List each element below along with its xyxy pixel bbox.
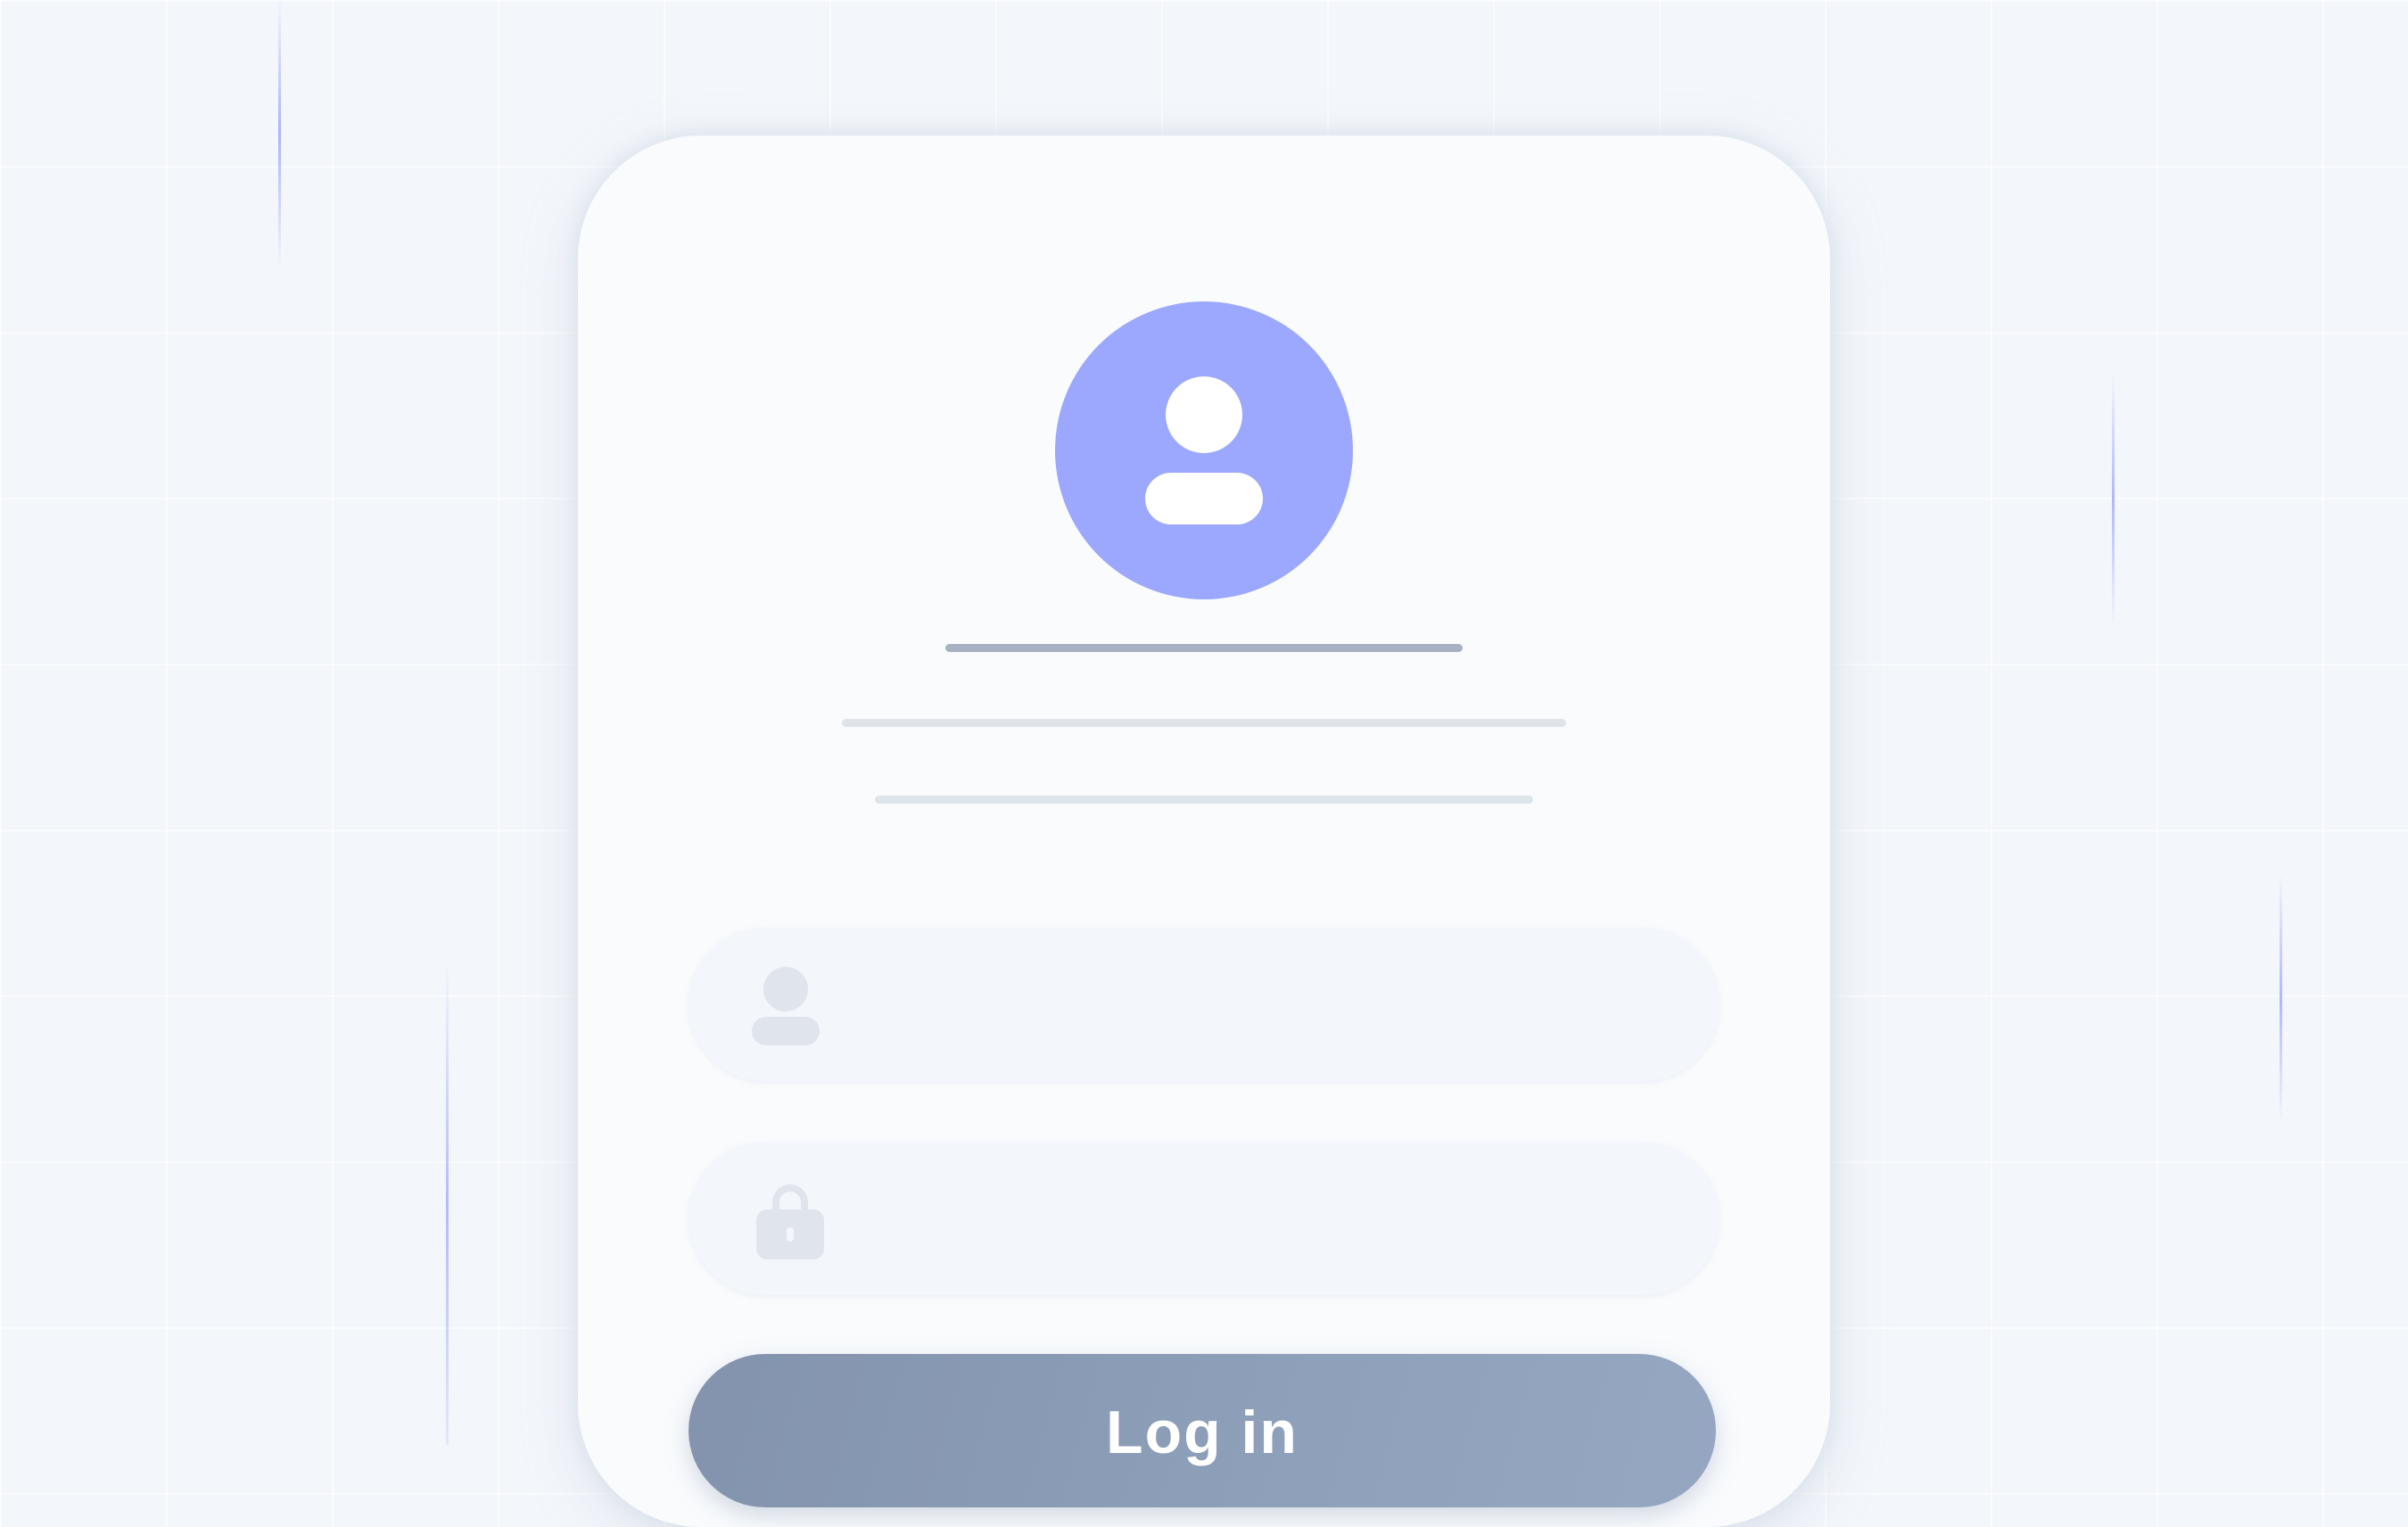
avatar-body: [1145, 473, 1263, 524]
decorative-streak: [446, 963, 449, 1445]
decorative-streak: [2280, 874, 2282, 1124]
avatar-head: [1166, 376, 1242, 453]
subtitle-placeholder-line: [875, 796, 1533, 804]
username-field[interactable]: [689, 928, 1719, 1083]
lock-icon: [756, 1184, 824, 1259]
username-input[interactable]: [858, 928, 1639, 1083]
user-icon: [752, 967, 820, 1045]
password-input[interactable]: [858, 1142, 1639, 1297]
decorative-streak: [2112, 375, 2115, 624]
title-placeholder-line: [945, 644, 1463, 652]
subtitle-placeholder-line: [842, 719, 1566, 727]
login-card: Log in: [578, 136, 1830, 1527]
decorative-streak: [278, 0, 281, 268]
login-button[interactable]: Log in: [689, 1354, 1716, 1507]
password-field[interactable]: [689, 1142, 1719, 1297]
avatar-user-icon: [1055, 301, 1353, 599]
